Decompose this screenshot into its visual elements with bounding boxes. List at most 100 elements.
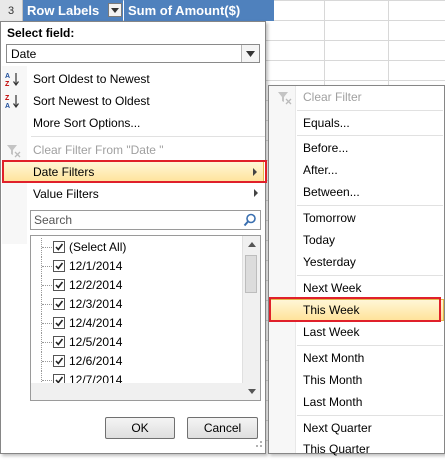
scroll-down-icon[interactable] (243, 383, 260, 400)
scroll-up-icon[interactable] (243, 236, 260, 253)
vertical-scrollbar[interactable] (242, 236, 260, 400)
scroll-thumb[interactable] (245, 255, 257, 293)
submenu-separator (297, 135, 443, 136)
row-labels-text: Row Labels (27, 3, 100, 18)
submenu-next-quarter-item[interactable]: Next Quarter (270, 417, 444, 439)
tree-branch (42, 380, 52, 381)
highlight-box-this-week (269, 297, 441, 322)
date-checklist-item[interactable]: 12/5/2014 (31, 333, 243, 352)
date-checklist-item[interactable]: 12/3/2014 (31, 295, 243, 314)
submenu-separator (297, 110, 443, 111)
checkbox[interactable] (53, 298, 65, 310)
checkbox[interactable] (53, 260, 65, 272)
submenu-this-quarter-item[interactable]: This Quarter (270, 438, 444, 460)
submenu-after-item[interactable]: After... (270, 159, 444, 181)
highlight-box-date-filters (2, 160, 267, 183)
between-label: Between... (303, 185, 360, 199)
resize-grip-icon[interactable] (253, 438, 263, 451)
field-select-value: Date (11, 46, 37, 61)
checkbox[interactable] (53, 279, 65, 291)
checklist-item-label: 12/4/2014 (69, 316, 123, 330)
submenu-before-item[interactable]: Before... (270, 137, 444, 159)
tree-branch (42, 285, 52, 286)
next-quarter-label: Next Quarter (303, 421, 372, 435)
select-all-item[interactable]: (Select All) (31, 238, 243, 257)
ok-button[interactable]: OK (105, 417, 175, 439)
checkbox[interactable] (53, 336, 65, 348)
field-select-dropdown[interactable]: Date (6, 44, 260, 63)
today-label: Today (303, 233, 336, 247)
submenu-this-month-item[interactable]: This Month (270, 369, 444, 391)
submenu-separator (297, 345, 443, 346)
row-number: 3 (0, 0, 23, 22)
equals-label: Equals... (303, 116, 350, 130)
submenu-clear-filter-item: Clear Filter (270, 86, 444, 108)
sort-descending-icon: ZA (5, 93, 21, 110)
submenu-today-item[interactable]: Today (270, 229, 444, 251)
chevron-down-icon[interactable] (241, 45, 259, 62)
search-box[interactable]: Search (30, 210, 261, 230)
submenu-between-item[interactable]: Between... (270, 181, 444, 203)
last-week-label: Last Week (303, 325, 360, 339)
tomorrow-label: Tomorrow (303, 211, 356, 225)
checklist-item-label: (Select All) (69, 240, 127, 254)
sort-newest-to-oldest-item[interactable]: ZA Sort Newest to Oldest (2, 90, 264, 112)
value-filters-item[interactable]: Value Filters (2, 183, 264, 205)
clear-filter-from-date-item: Clear Filter From "Date " (2, 139, 264, 161)
checklist-item-label: 12/5/2014 (69, 335, 123, 349)
submenu-arrow-icon (254, 189, 258, 197)
checklist-item-label: 12/1/2014 (69, 259, 123, 273)
yesterday-label: Yesterday (303, 255, 356, 269)
checklist-item-label: 12/3/2014 (69, 297, 123, 311)
clear-filter-from-label: Clear Filter From "Date " (33, 143, 164, 157)
sort-ascending-icon: AZ (5, 71, 21, 88)
last-month-label: Last Month (303, 395, 363, 409)
clear-filter-icon (276, 89, 292, 108)
search-input[interactable]: Search (34, 213, 72, 227)
pivot-header-row: 3 Row Labels Sum of Amount($) (0, 0, 445, 22)
svg-text:Z: Z (5, 95, 10, 102)
sort-oldest-to-newest-item[interactable]: AZ Sort Oldest to Newest (2, 68, 264, 90)
more-sort-options-item[interactable]: More Sort Options... (2, 112, 264, 134)
date-filters-submenu: Clear Filter Equals... Before... After..… (268, 85, 445, 456)
checkbox[interactable] (53, 317, 65, 329)
clear-filter-label: Clear Filter (303, 90, 362, 104)
menu-separator (31, 136, 265, 137)
select-field-label: Select field: (7, 26, 75, 40)
tree-branch (42, 304, 52, 305)
submenu-tomorrow-item[interactable]: Tomorrow (270, 207, 444, 229)
cancel-button[interactable]: Cancel (187, 417, 258, 439)
value-checklist: (Select All) 12/1/2014 12/2/2014 12/3/2014 1… (30, 235, 261, 401)
checklist-item-label: 12/2/2014 (69, 278, 123, 292)
sort-oldest-label: Sort Oldest to Newest (33, 72, 150, 86)
submenu-yesterday-item[interactable]: Yesterday (270, 251, 444, 273)
date-checklist-item[interactable]: 12/6/2014 (31, 352, 243, 371)
more-sort-label: More Sort Options... (33, 116, 141, 130)
sum-of-amount-header: Sum of Amount($) (124, 0, 274, 21)
sort-newest-label: Sort Newest to Oldest (33, 94, 150, 108)
row-labels-filter-dropdown[interactable] (108, 3, 122, 17)
date-checklist-item[interactable]: 12/4/2014 (31, 314, 243, 333)
submenu-next-week-item[interactable]: Next Week (270, 277, 444, 299)
tree-branch (42, 266, 52, 267)
submenu-equals-item[interactable]: Equals... (270, 112, 444, 134)
horizontal-scrollbar[interactable] (31, 383, 244, 400)
svg-text:A: A (5, 103, 10, 109)
submenu-separator (297, 205, 443, 206)
checkbox[interactable] (53, 241, 65, 253)
next-month-label: Next Month (303, 351, 365, 365)
submenu-last-month-item[interactable]: Last Month (270, 391, 444, 413)
submenu-separator (297, 275, 443, 276)
checkbox[interactable] (53, 355, 65, 367)
svg-text:Z: Z (5, 81, 10, 87)
date-checklist-item[interactable]: 12/2/2014 (31, 276, 243, 295)
dropdown-arrow-icon (111, 7, 119, 13)
submenu-last-week-item[interactable]: Last Week (270, 321, 444, 343)
submenu-next-month-item[interactable]: Next Month (270, 347, 444, 369)
before-label: Before... (303, 141, 349, 155)
svg-text:A: A (5, 73, 10, 80)
tree-branch (42, 361, 52, 362)
next-week-label: Next Week (303, 281, 362, 295)
after-label: After... (303, 163, 338, 177)
date-checklist-item[interactable]: 12/1/2014 (31, 257, 243, 276)
